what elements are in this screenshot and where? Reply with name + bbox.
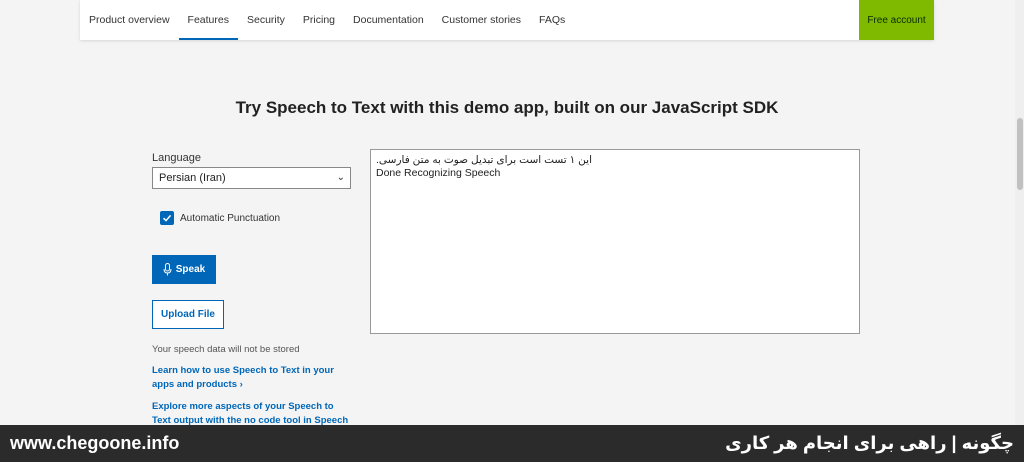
nav-product-overview[interactable]: Product overview <box>80 0 179 40</box>
chevron-right-icon: › <box>239 379 243 390</box>
microphone-icon <box>163 263 172 276</box>
nav-security[interactable]: Security <box>238 0 294 40</box>
automatic-punctuation-option[interactable]: Automatic Punctuation <box>160 211 280 225</box>
checkmark-icon <box>162 214 172 222</box>
language-label: Language <box>152 152 201 164</box>
automatic-punctuation-label: Automatic Punctuation <box>180 212 281 224</box>
nav-features[interactable]: Features <box>178 0 239 40</box>
watermark-bar: www.chegoone.info چگونه | راهی برای انجا… <box>0 425 1024 462</box>
page-scrollbar[interactable] <box>1015 0 1024 425</box>
watermark-tagline: چگونه | راهی برای انجام هر کاری <box>725 433 1014 453</box>
scrollbar-thumb[interactable] <box>1017 118 1023 190</box>
transcription-output[interactable]: این ۱ تست است برای تبدیل صوت به متن فارس… <box>370 149 860 334</box>
speak-button-label: Speak <box>175 264 206 275</box>
nav-documentation[interactable]: Documentation <box>344 0 433 40</box>
learn-link-text: Learn how to use Speech to Text in your … <box>152 365 334 390</box>
upload-file-button[interactable]: Upload File <box>152 300 224 329</box>
explore-speech-to-text-link[interactable]: Explore more aspects of your Speech to T… <box>152 400 352 428</box>
nav-pricing[interactable]: Pricing <box>294 0 344 40</box>
transcription-status: Done Recognizing Speech <box>376 167 501 179</box>
automatic-punctuation-checkbox[interactable] <box>160 211 174 225</box>
watermark-url: www.chegoone.info <box>10 433 180 453</box>
nav-faqs[interactable]: FAQs <box>530 0 574 40</box>
chevron-down-icon: ⌄ <box>336 172 345 183</box>
language-select[interactable]: Persian (Iran) ⌄ <box>152 167 351 189</box>
free-account-button[interactable]: Free account <box>859 0 934 40</box>
top-navigation: Product overview Features Security Prici… <box>80 0 934 40</box>
language-select-value: Persian (Iran) <box>159 172 226 184</box>
speak-button[interactable]: Speak <box>152 255 216 284</box>
privacy-note: Your speech data will not be stored <box>152 344 300 355</box>
nav-customer-stories[interactable]: Customer stories <box>433 0 530 40</box>
transcription-text: این ۱ تست است برای تبدیل صوت به متن فارس… <box>376 154 592 166</box>
page-title: Try Speech to Text with this demo app, b… <box>235 98 779 117</box>
learn-speech-to-text-link[interactable]: Learn how to use Speech to Text in your … <box>152 364 347 392</box>
